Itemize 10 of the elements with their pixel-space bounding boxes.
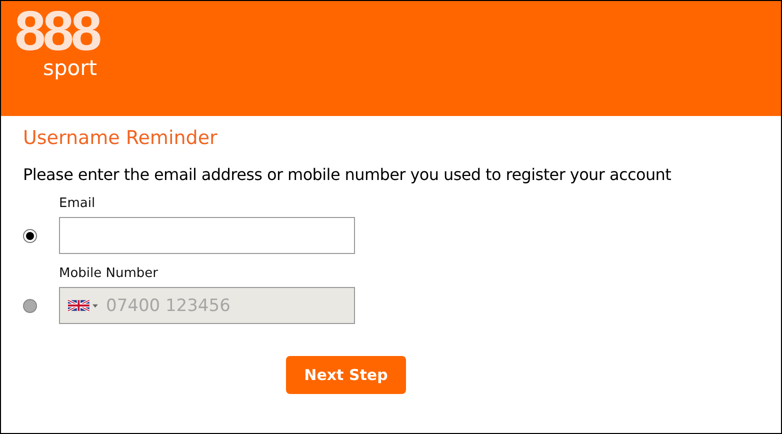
logo-text: 888: [14, 5, 99, 57]
page-title: Username Reminder: [23, 127, 218, 149]
email-field[interactable]: [59, 217, 355, 254]
field-label: Email: [59, 196, 96, 211]
logo-subtext: sport: [43, 57, 97, 79]
flag-dropdown-icon[interactable]: [68, 299, 100, 312]
field-label: Mobile Number: [59, 266, 159, 281]
instruction-text: Please enter the email address or mobile number you used to register your account: [23, 165, 672, 184]
radio-button[interactable]: [23, 228, 37, 242]
next-step-button[interactable]: Next Step: [286, 356, 406, 394]
